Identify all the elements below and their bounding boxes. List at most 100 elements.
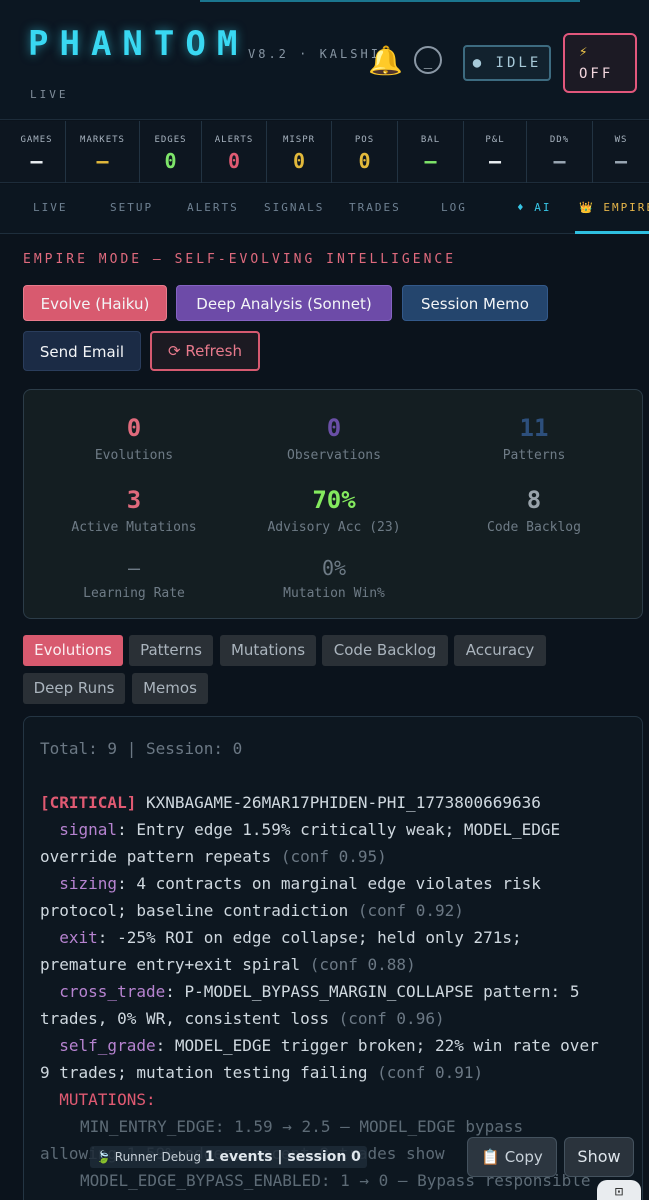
stat-label: MISPR xyxy=(282,135,316,145)
entry-cont: protocol; baseline contradiction xyxy=(40,901,349,920)
log-summary: Total: 9 | Session: 0 xyxy=(40,739,243,758)
log-entry-cont: protocol; baseline contradiction (conf 0… xyxy=(40,901,464,920)
tab-alerts[interactable]: ALERTS xyxy=(187,184,239,234)
stat-pnl: P&L — xyxy=(464,121,527,183)
subtab-deep-runs[interactable]: Deep Runs xyxy=(23,673,125,704)
stat-label: MARKETS xyxy=(80,135,125,145)
stat-value: — xyxy=(96,149,109,173)
mutations-header: MUTATIONS: xyxy=(40,1090,156,1109)
stat-value: — xyxy=(424,149,437,173)
entry-conf: (conf 0.92) xyxy=(357,901,464,920)
version-label: V8.2 · KALSHI xyxy=(248,47,381,61)
runner-label: Runner Debug xyxy=(114,1150,201,1164)
log-entry-line: self_grade: MODEL_EDGE trigger broken; 2… xyxy=(40,1036,599,1055)
send-email-button[interactable]: Send Email xyxy=(23,331,141,371)
brand-title: PHANTOM xyxy=(28,24,249,64)
metric-label: Mutation Win% xyxy=(283,586,385,601)
stat-label: GAMES xyxy=(20,135,53,145)
subtab-mutations[interactable]: Mutations xyxy=(220,635,316,666)
tab-signals[interactable]: SIGNALS xyxy=(264,184,324,234)
metric-label: Observations xyxy=(287,448,381,463)
scan-icon[interactable]: ⊡ xyxy=(597,1180,641,1200)
stat-label: POS xyxy=(354,135,375,145)
entry-text: : Entry edge 1.59% critically weak; MODE… xyxy=(117,820,561,839)
runner-debug-text[interactable]: 🍃 Runner Debug 1 events | session 0 xyxy=(90,1146,367,1168)
metric-value: 11 xyxy=(519,414,549,442)
log-entry-cont: override pattern repeats (conf 0.95) xyxy=(40,847,387,866)
power-off-label: OFF xyxy=(579,66,614,82)
subtab-patterns[interactable]: Patterns xyxy=(129,635,213,666)
stat-value: — xyxy=(488,149,502,173)
log-entry-line: sizing: 4 contracts on marginal edge vio… xyxy=(40,874,541,893)
mutation-line: MIN_ENTRY_EDGE: 1.59 → 2.5 — MODEL_EDGE … xyxy=(80,1117,524,1136)
log-entry-cont: 9 trades; mutation testing failing (conf… xyxy=(40,1063,483,1082)
metric-active-mutations: 3 Active Mutations xyxy=(34,486,234,535)
stat-label: BAL xyxy=(420,135,441,145)
stat-value: — xyxy=(30,149,43,173)
entry-key: cross_trade xyxy=(59,982,166,1001)
stat-value: — xyxy=(614,149,628,173)
metric-value: 0 xyxy=(126,414,142,442)
stat-edges: EDGES 0 xyxy=(140,121,202,183)
copy-button[interactable]: 📋 Copy xyxy=(467,1137,557,1177)
stat-pos: POS 0 xyxy=(332,121,398,183)
metric-value: 8 xyxy=(526,486,542,514)
metric-label: Code Backlog xyxy=(487,520,581,535)
subtab-memos[interactable]: Memos xyxy=(132,673,208,704)
metric-value: — xyxy=(127,556,141,580)
evolve-button[interactable]: Evolve (Haiku) xyxy=(23,285,167,321)
runner-events: 1 events | session 0 xyxy=(204,1149,361,1165)
metric-value: 3 xyxy=(126,486,142,514)
tab-live[interactable]: LIVE xyxy=(33,184,68,234)
entry-text: : MODEL_EDGE trigger broken; 22% win rat… xyxy=(155,1036,599,1055)
idle-status-button[interactable]: ● IDLE xyxy=(463,45,551,81)
tab-trades[interactable]: TRADES xyxy=(349,184,401,234)
stat-bal: BAL — xyxy=(398,121,464,183)
power-off-button[interactable]: ⚡ OFF xyxy=(563,33,637,93)
entry-key: exit xyxy=(59,928,98,947)
metric-code-backlog: 8 Code Backlog xyxy=(434,486,634,535)
main-tabs: LIVE SETUP ALERTS SIGNALS TRADES LOG ♦ A… xyxy=(0,184,649,234)
entry-conf: (conf 0.95) xyxy=(280,847,387,866)
stat-alerts: ALERTS 0 xyxy=(202,121,267,183)
entry-text: : P-MODEL_BYPASS_MARGIN_COLLAPSE pattern… xyxy=(165,982,580,1001)
session-memo-button[interactable]: Session Memo xyxy=(402,285,548,321)
entry-key: self_grade xyxy=(59,1036,156,1055)
subtab-evolutions[interactable]: Evolutions xyxy=(23,635,123,666)
entry-cont: 9 trades; mutation testing failing xyxy=(40,1063,368,1082)
stat-value: — xyxy=(553,149,566,173)
lightning-icon: ⚡ xyxy=(579,44,591,60)
stat-markets: MARKETS — xyxy=(66,121,140,183)
metric-label: Active Mutations xyxy=(71,520,197,535)
deep-analysis-button[interactable]: Deep Analysis (Sonnet) xyxy=(176,285,392,321)
log-entry-line: signal: Entry edge 1.59% critically weak… xyxy=(40,820,560,839)
metric-value: 0% xyxy=(321,556,347,580)
stat-games: GAMES — xyxy=(8,121,66,183)
live-status-label: LIVE xyxy=(30,88,69,101)
tab-empire[interactable]: 👑 EMPIRE xyxy=(575,184,649,234)
clipboard-icon: 📋 xyxy=(481,1148,500,1166)
bell-icon[interactable]: 🔔 xyxy=(368,44,403,77)
log-entry-line: exit: -25% ROI on edge collapse; held on… xyxy=(40,928,521,947)
refresh-button[interactable]: ⟳ Refresh xyxy=(150,331,260,371)
app-header: PHANTOM V8.2 · KALSHI LIVE 🔔 _ ● IDLE ⚡ … xyxy=(0,0,649,120)
metric-evolutions: 0 Evolutions xyxy=(34,414,234,463)
stat-ws: WS — xyxy=(593,121,649,183)
empire-title: EMPIRE MODE — SELF-EVOLVING INTELLIGENCE xyxy=(23,252,457,267)
tab-ai[interactable]: ♦ AI xyxy=(517,184,552,234)
subtab-code-backlog[interactable]: Code Backlog xyxy=(322,635,448,666)
app-screen: PHANTOM V8.2 · KALSHI LIVE 🔔 _ ● IDLE ⚡ … xyxy=(0,0,649,1200)
minus-circle-icon[interactable]: _ xyxy=(414,46,442,74)
subtab-accuracy[interactable]: Accuracy xyxy=(454,635,546,666)
tab-log[interactable]: LOG xyxy=(441,184,467,234)
entry-conf: (conf 0.96) xyxy=(338,1009,445,1028)
stat-value: 0 xyxy=(227,149,241,173)
mutations-header-text: MUTATIONS: xyxy=(59,1090,156,1109)
metric-advisory-accuracy: 70% Advisory Acc (23) xyxy=(234,486,434,535)
circle-button-label: _ xyxy=(423,53,433,69)
metric-patterns: 11 Patterns xyxy=(434,414,634,463)
tab-setup[interactable]: SETUP xyxy=(110,184,153,234)
stat-value: 0 xyxy=(164,149,177,173)
show-button[interactable]: Show xyxy=(564,1137,634,1177)
log-entry-line: cross_trade: P-MODEL_BYPASS_MARGIN_COLLA… xyxy=(40,982,579,1001)
